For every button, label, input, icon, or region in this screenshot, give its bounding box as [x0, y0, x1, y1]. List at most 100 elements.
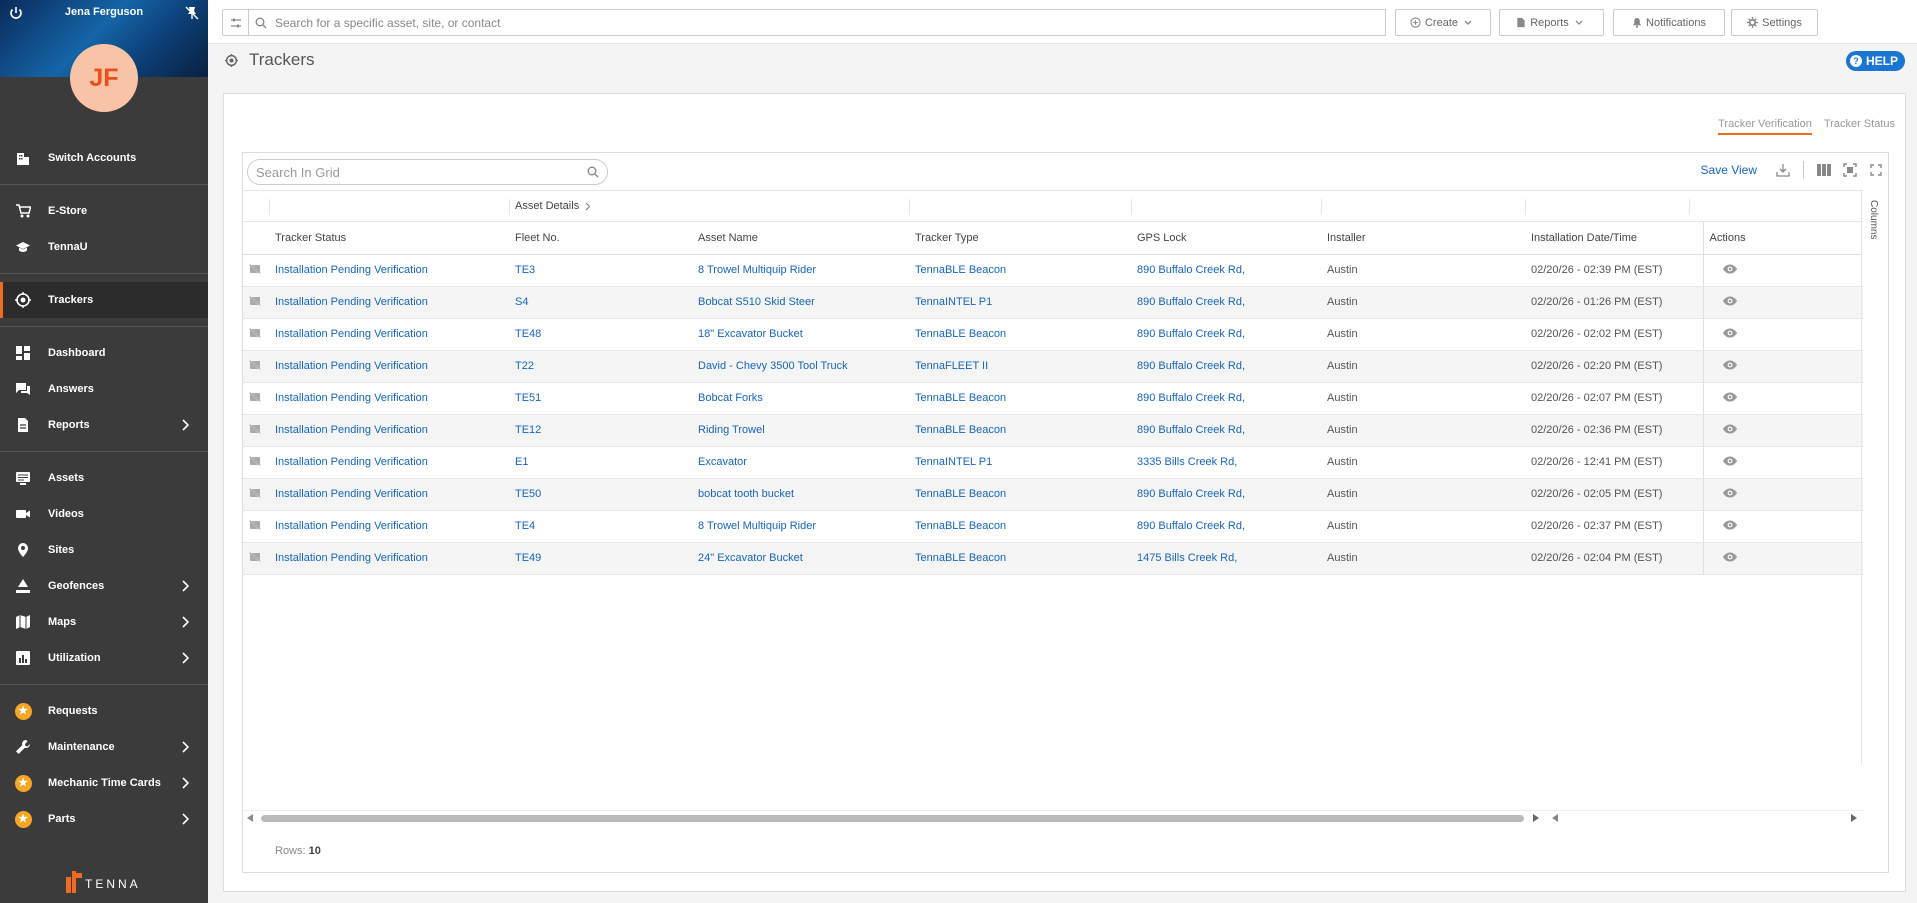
- asset-name-link[interactable]: bobcat tooth bucket: [692, 478, 909, 511]
- gps-lock-link[interactable]: 890 Buffalo Creek Rd,: [1131, 510, 1321, 543]
- gps-lock-link[interactable]: 890 Buffalo Creek Rd,: [1131, 350, 1321, 383]
- tracker-type-link[interactable]: TennaBLE Beacon: [909, 318, 1131, 351]
- column-header-tracker-status[interactable]: Tracker Status: [269, 222, 509, 255]
- table-row[interactable]: Installation Pending Verification TE50 bob…: [243, 478, 1863, 511]
- columns-icon[interactable]: [1816, 162, 1832, 178]
- table-row[interactable]: Installation Pending Verification TE48 18"…: [243, 318, 1863, 351]
- fleet-no-link[interactable]: TE51: [509, 382, 692, 415]
- view-eye-icon[interactable]: [1722, 392, 1738, 405]
- fleet-no-link[interactable]: TE49: [509, 542, 692, 575]
- tracker-status-link[interactable]: Installation Pending Verification: [269, 254, 509, 287]
- sidebar-item-maps[interactable]: Maps: [0, 604, 208, 640]
- column-header-installer[interactable]: Installer: [1321, 222, 1525, 255]
- fleet-no-link[interactable]: T22: [509, 350, 692, 383]
- column-header-asset-name[interactable]: Asset Name: [692, 222, 909, 255]
- tab-tracker-status[interactable]: Tracker Status: [1824, 118, 1895, 135]
- view-eye-icon[interactable]: [1722, 456, 1738, 469]
- sidebar-item-parts[interactable]: ★ Parts: [0, 801, 208, 837]
- asset-name-link[interactable]: Bobcat Forks: [692, 382, 909, 415]
- global-search[interactable]: [249, 9, 1386, 36]
- tracker-type-link[interactable]: TennaINTEL P1: [909, 286, 1131, 319]
- help-button[interactable]: ? HELP: [1845, 51, 1905, 71]
- tracker-status-link[interactable]: Installation Pending Verification: [269, 318, 509, 351]
- table-row[interactable]: Installation Pending Verification E1 Excav…: [243, 446, 1863, 479]
- reports-button[interactable]: Reports: [1499, 9, 1604, 36]
- table-row[interactable]: Installation Pending Verification TE12 Rid…: [243, 414, 1863, 447]
- scroll-right-icon[interactable]: [1851, 814, 1857, 822]
- sidebar-item-videos[interactable]: Videos: [0, 496, 208, 532]
- sidebar-item-requests[interactable]: ★ Requests: [0, 693, 208, 729]
- sidebar-item-reports[interactable]: Reports: [0, 407, 208, 443]
- scroll-left-icon[interactable]: [1552, 814, 1558, 822]
- gps-lock-link[interactable]: 890 Buffalo Creek Rd,: [1131, 254, 1321, 287]
- fleet-no-link[interactable]: S4: [509, 286, 692, 319]
- view-eye-icon[interactable]: [1722, 520, 1738, 533]
- sidebar-item-mechanic-time-cards[interactable]: ★ Mechanic Time Cards: [0, 765, 208, 801]
- fit-to-screen-icon[interactable]: [1842, 162, 1858, 178]
- settings-button[interactable]: Settings: [1731, 9, 1818, 36]
- sidebar-item-maintenance[interactable]: Maintenance: [0, 729, 208, 765]
- gps-lock-link[interactable]: 1475 Bills Creek Rd,: [1131, 542, 1321, 575]
- fleet-no-link[interactable]: TE48: [509, 318, 692, 351]
- download-icon[interactable]: [1775, 162, 1791, 178]
- unpin-icon[interactable]: [184, 5, 200, 21]
- tracker-status-link[interactable]: Installation Pending Verification: [269, 446, 509, 479]
- sidebar-item-dashboard[interactable]: Dashboard: [0, 335, 208, 371]
- table-row[interactable]: Installation Pending Verification TE49 24"…: [243, 542, 1863, 575]
- gps-lock-link[interactable]: 890 Buffalo Creek Rd,: [1131, 382, 1321, 415]
- column-header-tracker-type[interactable]: Tracker Type: [909, 222, 1131, 255]
- tracker-type-link[interactable]: TennaBLE Beacon: [909, 510, 1131, 543]
- create-button[interactable]: Create: [1395, 9, 1491, 36]
- asset-name-link[interactable]: 24" Excavator Bucket: [692, 542, 909, 575]
- sidebar-item-utilization[interactable]: Utilization: [0, 640, 208, 676]
- tracker-type-link[interactable]: TennaFLEET II: [909, 350, 1131, 383]
- asset-name-link[interactable]: David - Chevy 3500 Tool Truck: [692, 350, 909, 383]
- view-eye-icon[interactable]: [1722, 424, 1738, 437]
- table-row[interactable]: Installation Pending Verification TE4 8 Tr…: [243, 510, 1863, 543]
- save-view-button[interactable]: Save View: [1701, 163, 1757, 177]
- fleet-no-link[interactable]: TE50: [509, 478, 692, 511]
- tracker-type-link[interactable]: TennaBLE Beacon: [909, 254, 1131, 287]
- fleet-no-link[interactable]: TE3: [509, 254, 692, 287]
- notifications-button[interactable]: Notifications: [1613, 9, 1725, 36]
- avatar[interactable]: JF: [70, 44, 138, 112]
- fleet-no-link[interactable]: TE12: [509, 414, 692, 447]
- view-eye-icon[interactable]: [1722, 328, 1738, 341]
- gps-lock-link[interactable]: 890 Buffalo Creek Rd,: [1131, 478, 1321, 511]
- tracker-status-link[interactable]: Installation Pending Verification: [269, 382, 509, 415]
- table-row[interactable]: Installation Pending Verification TE3 8 Tr…: [243, 254, 1863, 287]
- asset-name-link[interactable]: 18" Excavator Bucket: [692, 318, 909, 351]
- grid-search[interactable]: [247, 159, 608, 185]
- asset-name-link[interactable]: Riding Trowel: [692, 414, 909, 447]
- sidebar-item-answers[interactable]: Answers: [0, 371, 208, 407]
- asset-name-link[interactable]: 8 Trowel Multiquip Rider: [692, 510, 909, 543]
- asset-details-group[interactable]: Asset Details: [515, 200, 591, 212]
- sidebar-item-switch-accounts[interactable]: Switch Accounts: [0, 140, 208, 176]
- view-eye-icon[interactable]: [1722, 360, 1738, 373]
- sidebar-item-tennau[interactable]: TennaU: [0, 229, 208, 265]
- asset-name-link[interactable]: 8 Trowel Multiquip Rider: [692, 254, 909, 287]
- tracker-type-link[interactable]: TennaBLE Beacon: [909, 382, 1131, 415]
- gps-lock-link[interactable]: 3335 Bills Creek Rd,: [1131, 446, 1321, 479]
- horizontal-scrollbar[interactable]: [243, 810, 1863, 826]
- gps-lock-link[interactable]: 890 Buffalo Creek Rd,: [1131, 286, 1321, 319]
- tab-tracker-verification[interactable]: Tracker Verification: [1718, 118, 1812, 135]
- gps-lock-link[interactable]: 890 Buffalo Creek Rd,: [1131, 414, 1321, 447]
- sidebar-item-sites[interactable]: Sites: [0, 532, 208, 568]
- tracker-type-link[interactable]: TennaBLE Beacon: [909, 414, 1131, 447]
- sidebar-item-geofences[interactable]: Geofences: [0, 568, 208, 604]
- tracker-status-link[interactable]: Installation Pending Verification: [269, 542, 509, 575]
- view-eye-icon[interactable]: [1722, 488, 1738, 501]
- columns-panel-toggle[interactable]: Columns: [1861, 190, 1888, 765]
- fullscreen-icon[interactable]: [1868, 162, 1884, 178]
- global-search-input[interactable]: [275, 15, 1275, 30]
- tracker-type-link[interactable]: TennaINTEL P1: [909, 446, 1131, 479]
- table-row[interactable]: Installation Pending Verification T22 Davi…: [243, 350, 1863, 383]
- column-header-gps-lock[interactable]: GPS Lock: [1131, 222, 1321, 255]
- sidebar-item-trackers[interactable]: Trackers: [0, 282, 208, 318]
- gps-lock-link[interactable]: 890 Buffalo Creek Rd,: [1131, 318, 1321, 351]
- column-header-installation-date[interactable]: Installation Date/Time: [1525, 222, 1703, 255]
- tracker-type-link[interactable]: TennaBLE Beacon: [909, 542, 1131, 575]
- grid-search-input[interactable]: [256, 164, 587, 180]
- fleet-no-link[interactable]: TE4: [509, 510, 692, 543]
